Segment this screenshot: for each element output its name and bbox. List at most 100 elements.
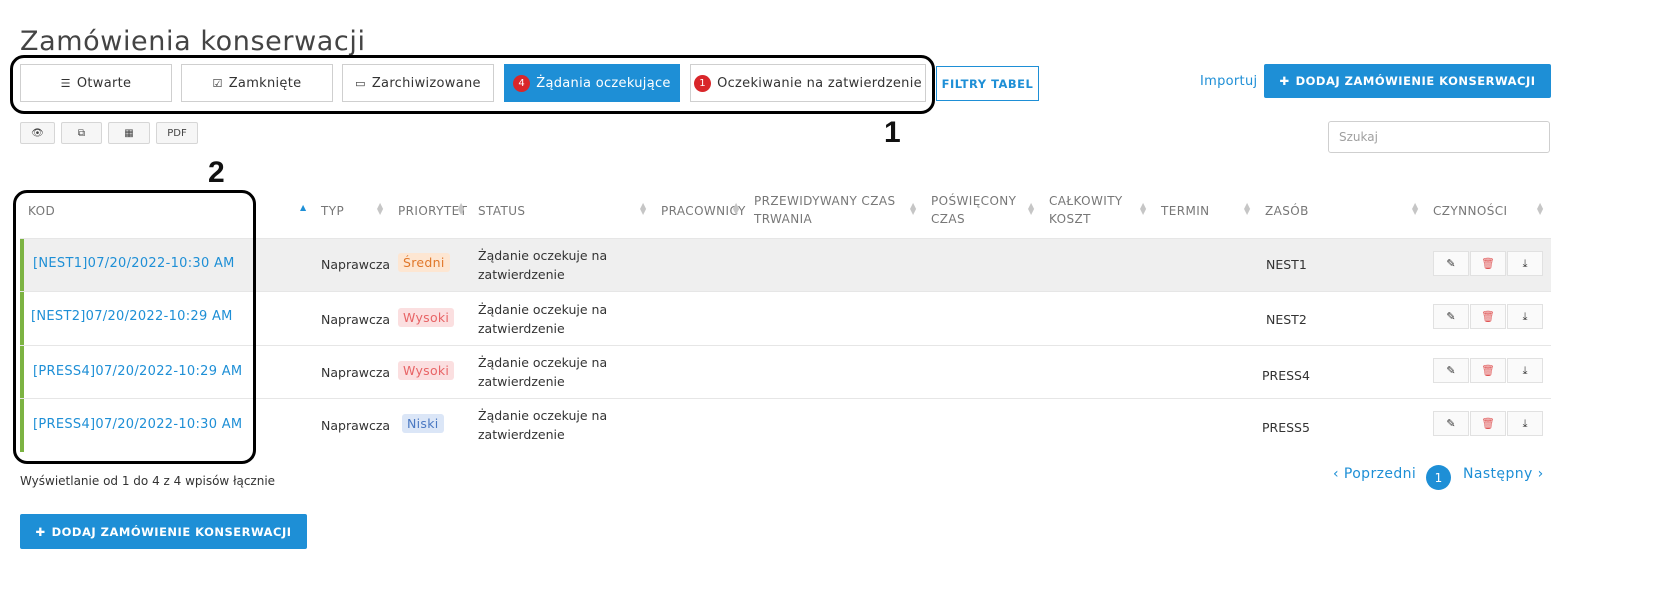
pdf-button[interactable]: PDF bbox=[156, 122, 198, 144]
download-icon: ⤓ bbox=[1522, 416, 1528, 430]
checkbox-icon: ☑ bbox=[212, 76, 223, 90]
import-link[interactable]: Importuj bbox=[1200, 74, 1257, 89]
sort-icon[interactable]: ▲ ▼ bbox=[733, 202, 739, 216]
col-header-cost-line1: CAŁKOWITY bbox=[1049, 194, 1123, 208]
delete-button[interactable]: 🗑 bbox=[1470, 304, 1506, 329]
pending-count-badge: 4 bbox=[513, 74, 531, 92]
plus-icon: ✚ bbox=[1279, 74, 1290, 88]
sort-icon[interactable]: ▲ ▼ bbox=[1028, 202, 1034, 216]
edit-icon: ✎ bbox=[1446, 310, 1456, 323]
edit-icon: ✎ bbox=[1446, 364, 1456, 377]
table-row[interactable]: [NEST1]07/20/2022-10:30 AM Naprawcza Śre… bbox=[20, 238, 1551, 291]
tab-awaiting-approval-label: Oczekiwanie na zatwierdzenie bbox=[717, 75, 922, 91]
order-code-link[interactable]: [NEST2]07/20/2022-10:29 AM bbox=[31, 309, 233, 324]
annotation-label-1: 1 bbox=[884, 116, 901, 149]
col-header-asset[interactable]: ZASÓB bbox=[1265, 202, 1309, 220]
download-button[interactable]: ⤓ bbox=[1507, 358, 1543, 383]
download-icon: ⤓ bbox=[1522, 256, 1528, 270]
table-row[interactable]: [NEST2]07/20/2022-10:29 AM Naprawcza Wys… bbox=[20, 291, 1551, 345]
order-code-link[interactable]: [PRESS4]07/20/2022-10:29 AM bbox=[33, 364, 242, 379]
tab-closed-label: Zamknięte bbox=[228, 75, 302, 91]
sort-icon[interactable]: ▲ ▼ bbox=[1244, 202, 1250, 216]
tab-pending-requests-label: Żądania oczekujące bbox=[536, 75, 671, 91]
copy-icon: ⧉ bbox=[77, 127, 86, 139]
edit-button[interactable]: ✎ bbox=[1433, 358, 1469, 383]
add-order-button-top[interactable]: ✚ DODAJ ZAMÓWIENIE KONSERWACJI bbox=[1264, 64, 1551, 98]
status-line-2: zatwierdzenie bbox=[478, 427, 565, 442]
copy-button[interactable]: ⧉ bbox=[61, 122, 102, 144]
sort-icon[interactable]: ▲ ▼ bbox=[640, 202, 646, 216]
status-line-1: Żądanie oczekuje na bbox=[478, 248, 608, 263]
row-status-marker bbox=[20, 399, 24, 452]
tab-open-label: Otwarte bbox=[76, 75, 132, 91]
chevron-right-icon: › bbox=[1537, 466, 1544, 482]
next-page-link[interactable]: Następny › bbox=[1463, 466, 1544, 482]
entries-info: Wyświetlanie od 1 do 4 z 4 wpisów łączni… bbox=[20, 474, 276, 488]
col-header-actions: CZYNNOŚCI bbox=[1433, 204, 1508, 218]
next-label: Następny bbox=[1463, 466, 1533, 482]
table-row[interactable]: [PRESS4]07/20/2022-10:29 AM Naprawcza Wy… bbox=[20, 345, 1551, 398]
download-button[interactable]: ⤓ bbox=[1507, 251, 1543, 276]
tab-awaiting-approval[interactable]: 1 Oczekiwanie na zatwierdzenie bbox=[690, 64, 926, 102]
tab-open[interactable]: ☰ Otwarte bbox=[20, 64, 172, 102]
sort-icon[interactable]: ▲ ▼ bbox=[458, 202, 464, 216]
table-filters-button[interactable]: FILTRY TABEL bbox=[936, 66, 1039, 101]
status-line-2: zatwierdzenie bbox=[478, 321, 565, 336]
previous-page-link[interactable]: ‹ Poprzedni bbox=[1333, 466, 1416, 482]
sort-icon[interactable]: ▲ ▼ bbox=[1140, 202, 1146, 216]
delete-button[interactable]: 🗑 bbox=[1470, 251, 1506, 276]
sort-icon[interactable]: ▲ ▼ bbox=[1412, 202, 1418, 216]
status-line-1: Żądanie oczekuje na bbox=[478, 355, 608, 370]
tab-archived-label: Zarchiwizowane bbox=[371, 75, 481, 91]
col-header-time-spent[interactable]: POŚWIĘCONY CZAS bbox=[931, 192, 1016, 228]
tab-pending-requests[interactable]: 4 Żądania oczekujące bbox=[504, 64, 680, 102]
add-order-button-bottom[interactable]: ✚ DODAJ ZAMÓWIENIE KONSERWACJI bbox=[20, 514, 307, 549]
trash-icon: 🗑 bbox=[1481, 310, 1495, 323]
order-asset: PRESS5 bbox=[1262, 420, 1310, 435]
sort-icon[interactable]: ▲ ▼ bbox=[1537, 202, 1543, 216]
search-input[interactable] bbox=[1328, 121, 1550, 153]
trash-icon: 🗑 bbox=[1481, 417, 1495, 430]
download-button[interactable]: ⤓ bbox=[1507, 411, 1543, 436]
sort-asc-icon[interactable]: ▲ bbox=[300, 204, 306, 212]
col-header-deadline[interactable]: TERMIN bbox=[1161, 202, 1210, 220]
row-status-marker bbox=[20, 292, 24, 345]
priority-badge: Wysoki bbox=[398, 361, 455, 380]
order-code-link[interactable]: [PRESS4]07/20/2022-10:30 AM bbox=[33, 417, 242, 432]
order-type: Naprawcza bbox=[321, 365, 391, 380]
chevron-left-icon: ‹ bbox=[1333, 466, 1339, 482]
edit-button[interactable]: ✎ bbox=[1433, 411, 1469, 436]
delete-button[interactable]: 🗑 bbox=[1470, 411, 1506, 436]
col-header-code[interactable]: KOD bbox=[28, 202, 55, 220]
sort-icon[interactable]: ▲ ▼ bbox=[910, 202, 916, 216]
table-row[interactable]: [PRESS4]07/20/2022-10:30 AM Naprawcza Ni… bbox=[20, 398, 1551, 452]
excel-button[interactable]: ▦ bbox=[108, 122, 150, 144]
col-header-spent-line1: POŚWIĘCONY bbox=[931, 194, 1017, 208]
delete-button[interactable]: 🗑 bbox=[1470, 358, 1506, 383]
col-header-priority[interactable]: PRIORYTET bbox=[398, 202, 467, 220]
eye-icon: 👁 bbox=[31, 127, 44, 139]
row-status-marker bbox=[20, 346, 24, 398]
edit-button[interactable]: ✎ bbox=[1433, 251, 1469, 276]
add-order-label: DODAJ ZAMÓWIENIE KONSERWACJI bbox=[1295, 74, 1536, 88]
awaiting-count-badge: 1 bbox=[694, 74, 712, 92]
col-header-expected-duration[interactable]: PRZEWIDYWANY CZAS TRWANIA bbox=[754, 192, 895, 228]
order-asset: NEST2 bbox=[1266, 312, 1307, 327]
table-icon: ▦ bbox=[124, 127, 134, 139]
sort-icon[interactable]: ▲ ▼ bbox=[377, 202, 383, 216]
priority-badge: Niski bbox=[402, 414, 444, 433]
previous-label: Poprzedni bbox=[1343, 466, 1417, 482]
order-status: Żądanie oczekuje na zatwierdzenie bbox=[478, 246, 628, 284]
page-title: Zamówienia konserwacji bbox=[20, 26, 366, 58]
tab-closed[interactable]: ☑ Zamknięte bbox=[181, 64, 333, 102]
download-button[interactable]: ⤓ bbox=[1507, 304, 1543, 329]
page-number-current[interactable]: 1 bbox=[1426, 465, 1451, 490]
edit-button[interactable]: ✎ bbox=[1433, 304, 1469, 329]
order-code-link[interactable]: [NEST1]07/20/2022-10:30 AM bbox=[33, 256, 235, 271]
col-header-status[interactable]: STATUS bbox=[478, 202, 525, 220]
col-header-total-cost[interactable]: CAŁKOWITY KOSZT bbox=[1049, 192, 1123, 228]
row-status-marker bbox=[20, 239, 24, 291]
visibility-button[interactable]: 👁 bbox=[20, 122, 55, 144]
col-header-type[interactable]: TYP bbox=[321, 202, 344, 220]
tab-archived[interactable]: ▭ Zarchiwizowane bbox=[342, 64, 494, 102]
